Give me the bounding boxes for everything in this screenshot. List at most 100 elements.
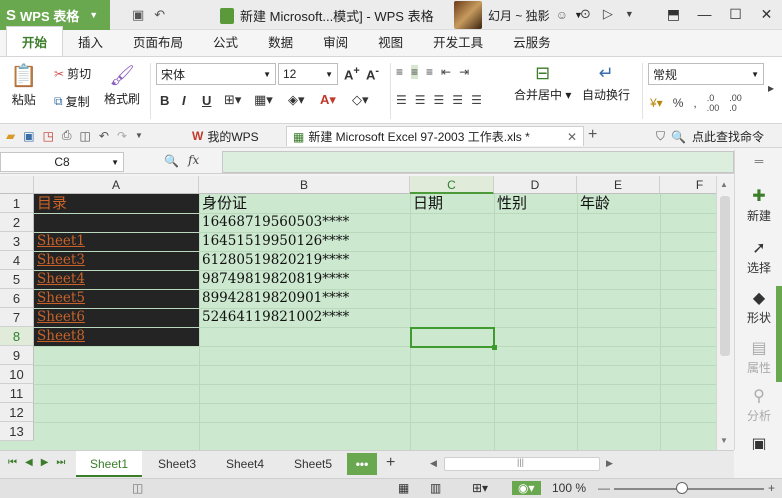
ribbon-expand-icon[interactable]: ▸ [768, 81, 774, 95]
row-header[interactable]: 6 [0, 289, 34, 308]
decrease-font-icon[interactable]: A- [366, 65, 379, 82]
paste-button[interactable]: 📋 粘贴 [10, 63, 37, 108]
minimize-icon[interactable]: — [689, 0, 720, 28]
cell-b3[interactable]: 16451519950126**** [200, 232, 408, 251]
save-icon[interactable]: ▣ [132, 7, 144, 23]
sheet-tab-sheet5[interactable]: Sheet5 [280, 451, 346, 477]
feedback-icon[interactable]: ▷ [603, 6, 613, 22]
user-name[interactable]: 幻月 ~ 独影 [488, 7, 550, 24]
cut-button[interactable]: ✂ 剪切 [54, 65, 91, 82]
row-header[interactable]: 5 [0, 270, 34, 289]
active-cell-c8[interactable] [410, 327, 497, 350]
tab-developer[interactable]: 开发工具 [418, 27, 498, 56]
tab-my-wps[interactable]: W 我的WPS [186, 126, 265, 146]
prev-sheet-icon[interactable]: ◀ [25, 457, 33, 468]
side-shape-button[interactable]: ◆ 形状 [735, 288, 782, 326]
row-header[interactable]: 11 [0, 384, 34, 403]
bold-button[interactable]: B [160, 93, 169, 108]
cell-a7-link[interactable]: Sheet6 [35, 308, 195, 327]
fx-icon[interactable]: fx [188, 153, 199, 167]
zoom-search-icon[interactable]: 🔍 [164, 154, 179, 168]
number-format-select[interactable]: 常规 ▼ [648, 63, 764, 85]
align-center-icon[interactable]: ☰ [415, 93, 426, 107]
sheet-tab-sheet4[interactable]: Sheet4 [212, 451, 278, 477]
next-sheet-icon[interactable]: ▶ [41, 457, 49, 468]
row-header[interactable]: 7 [0, 308, 34, 327]
row-header[interactable]: 2 [0, 213, 34, 232]
horizontal-scrollbar[interactable]: ||| [444, 457, 600, 471]
justify-icon[interactable]: ☰ [452, 93, 463, 107]
align-left-icon[interactable]: ☰ [396, 93, 407, 107]
print-icon[interactable]: ⎙ [62, 128, 72, 143]
font-color-icon[interactable]: A▾ [320, 92, 336, 108]
tab-view[interactable]: 视图 [363, 27, 418, 56]
undo-icon[interactable]: ↶ [154, 7, 165, 23]
formula-input[interactable] [222, 151, 734, 173]
borders-icon[interactable]: ⊞▾ [224, 92, 241, 108]
side-panel-collapse-handle[interactable] [776, 286, 782, 382]
avatar[interactable] [454, 1, 482, 29]
help-icon[interactable]: ⊙ [580, 6, 591, 22]
align-right-icon[interactable]: ☰ [434, 93, 445, 107]
side-select-button[interactable]: ➚ 选择 [735, 238, 782, 276]
spreadsheet-grid[interactable]: A B C D E F 1 2 3 4 5 6 7 8 9 10 11 12 1… [0, 176, 716, 450]
open-folder-icon[interactable]: ▰ [6, 129, 15, 143]
vertical-scroll-thumb[interactable] [720, 196, 730, 356]
last-sheet-icon[interactable]: ⏭ [56, 457, 65, 468]
cell-b2[interactable]: 16468719560503**** [200, 213, 408, 232]
cell-b1[interactable]: 身份证 [200, 194, 408, 213]
tab-cloud[interactable]: 云服务 [498, 27, 566, 56]
indent-increase-icon[interactable]: ⇥ [459, 65, 469, 79]
column-header-f[interactable]: F [660, 176, 716, 194]
cell-b7[interactable]: 52464119821002**** [200, 308, 408, 327]
tab-data[interactable]: 数据 [253, 27, 308, 56]
column-header-d[interactable]: D [494, 176, 577, 194]
row-header[interactable]: 12 [0, 403, 34, 422]
cell-a1[interactable]: 目录 [35, 194, 195, 213]
tab-review[interactable]: 审阅 [308, 27, 363, 56]
row-header[interactable]: 3 [0, 232, 34, 251]
clear-format-icon[interactable]: ◇▾ [352, 92, 369, 108]
tab-home[interactable]: 开始 [6, 26, 64, 56]
side-analyze-button[interactable]: ⚲ 分析 [735, 386, 782, 424]
chevron-down-icon[interactable]: ▼ [135, 131, 143, 140]
reading-mode-icon[interactable]: ◉▾ [512, 481, 541, 495]
add-sheet-button[interactable]: + [386, 454, 395, 472]
page-layout-view-icon[interactable]: ▥ [430, 481, 441, 495]
cell-a8-link[interactable]: Sheet8 [35, 327, 195, 346]
status-doc-icon[interactable]: ◫ [132, 481, 143, 495]
cell-b6[interactable]: 89942819820901**** [200, 289, 408, 308]
save-icon[interactable]: ▣ [23, 129, 34, 143]
zoom-slider-handle[interactable] [676, 482, 688, 494]
maximize-icon[interactable]: ☐ [720, 0, 751, 28]
panel-grip-icon[interactable]: ═ [735, 154, 782, 168]
fill-pattern-icon[interactable]: ▦▾ [254, 92, 273, 108]
side-properties-button[interactable]: ▤ 属性 [735, 338, 782, 376]
zoom-out-icon[interactable]: — [598, 481, 610, 495]
format-painter-button[interactable]: 🖌 格式刷 [104, 63, 140, 107]
row-header[interactable]: 13 [0, 422, 34, 441]
cell-c1[interactable]: 日期 [411, 194, 493, 213]
column-header-e[interactable]: E [577, 176, 660, 194]
wrap-text-button[interactable]: ↵ 自动换行 [582, 63, 630, 103]
row-header[interactable]: 1 [0, 194, 34, 213]
normal-view-icon[interactable]: ▦ [398, 481, 409, 495]
select-all-corner[interactable] [0, 176, 34, 194]
zoom-slider[interactable] [614, 488, 764, 490]
cell-a4-link[interactable]: Sheet3 [35, 251, 195, 270]
align-middle-icon[interactable]: ≡ [411, 65, 419, 79]
close-icon[interactable]: ✕ [567, 130, 577, 144]
increase-font-icon[interactable]: A+ [344, 65, 360, 82]
command-search[interactable]: ⛉ 🔍 点此查找命令 [656, 128, 764, 145]
cell-b4[interactable]: 61280519820219**** [200, 251, 408, 270]
decrease-decimal-icon[interactable]: .00.0 [729, 93, 742, 113]
sheet-tab-sheet1[interactable]: Sheet1 [76, 451, 142, 477]
more-sheets-button[interactable]: ••• [347, 453, 377, 475]
increase-decimal-icon[interactable]: .0.00 [707, 93, 720, 113]
new-tab-button[interactable]: + [588, 126, 597, 144]
indent-decrease-icon[interactable]: ⇤ [441, 65, 451, 79]
sheet-tab-sheet3[interactable]: Sheet3 [144, 451, 210, 477]
scroll-right-icon[interactable]: ▶ [606, 458, 613, 469]
merge-center-button[interactable]: ⊟ 合并居中 ▾ [514, 63, 571, 103]
cell-a5-link[interactable]: Sheet4 [35, 270, 195, 289]
